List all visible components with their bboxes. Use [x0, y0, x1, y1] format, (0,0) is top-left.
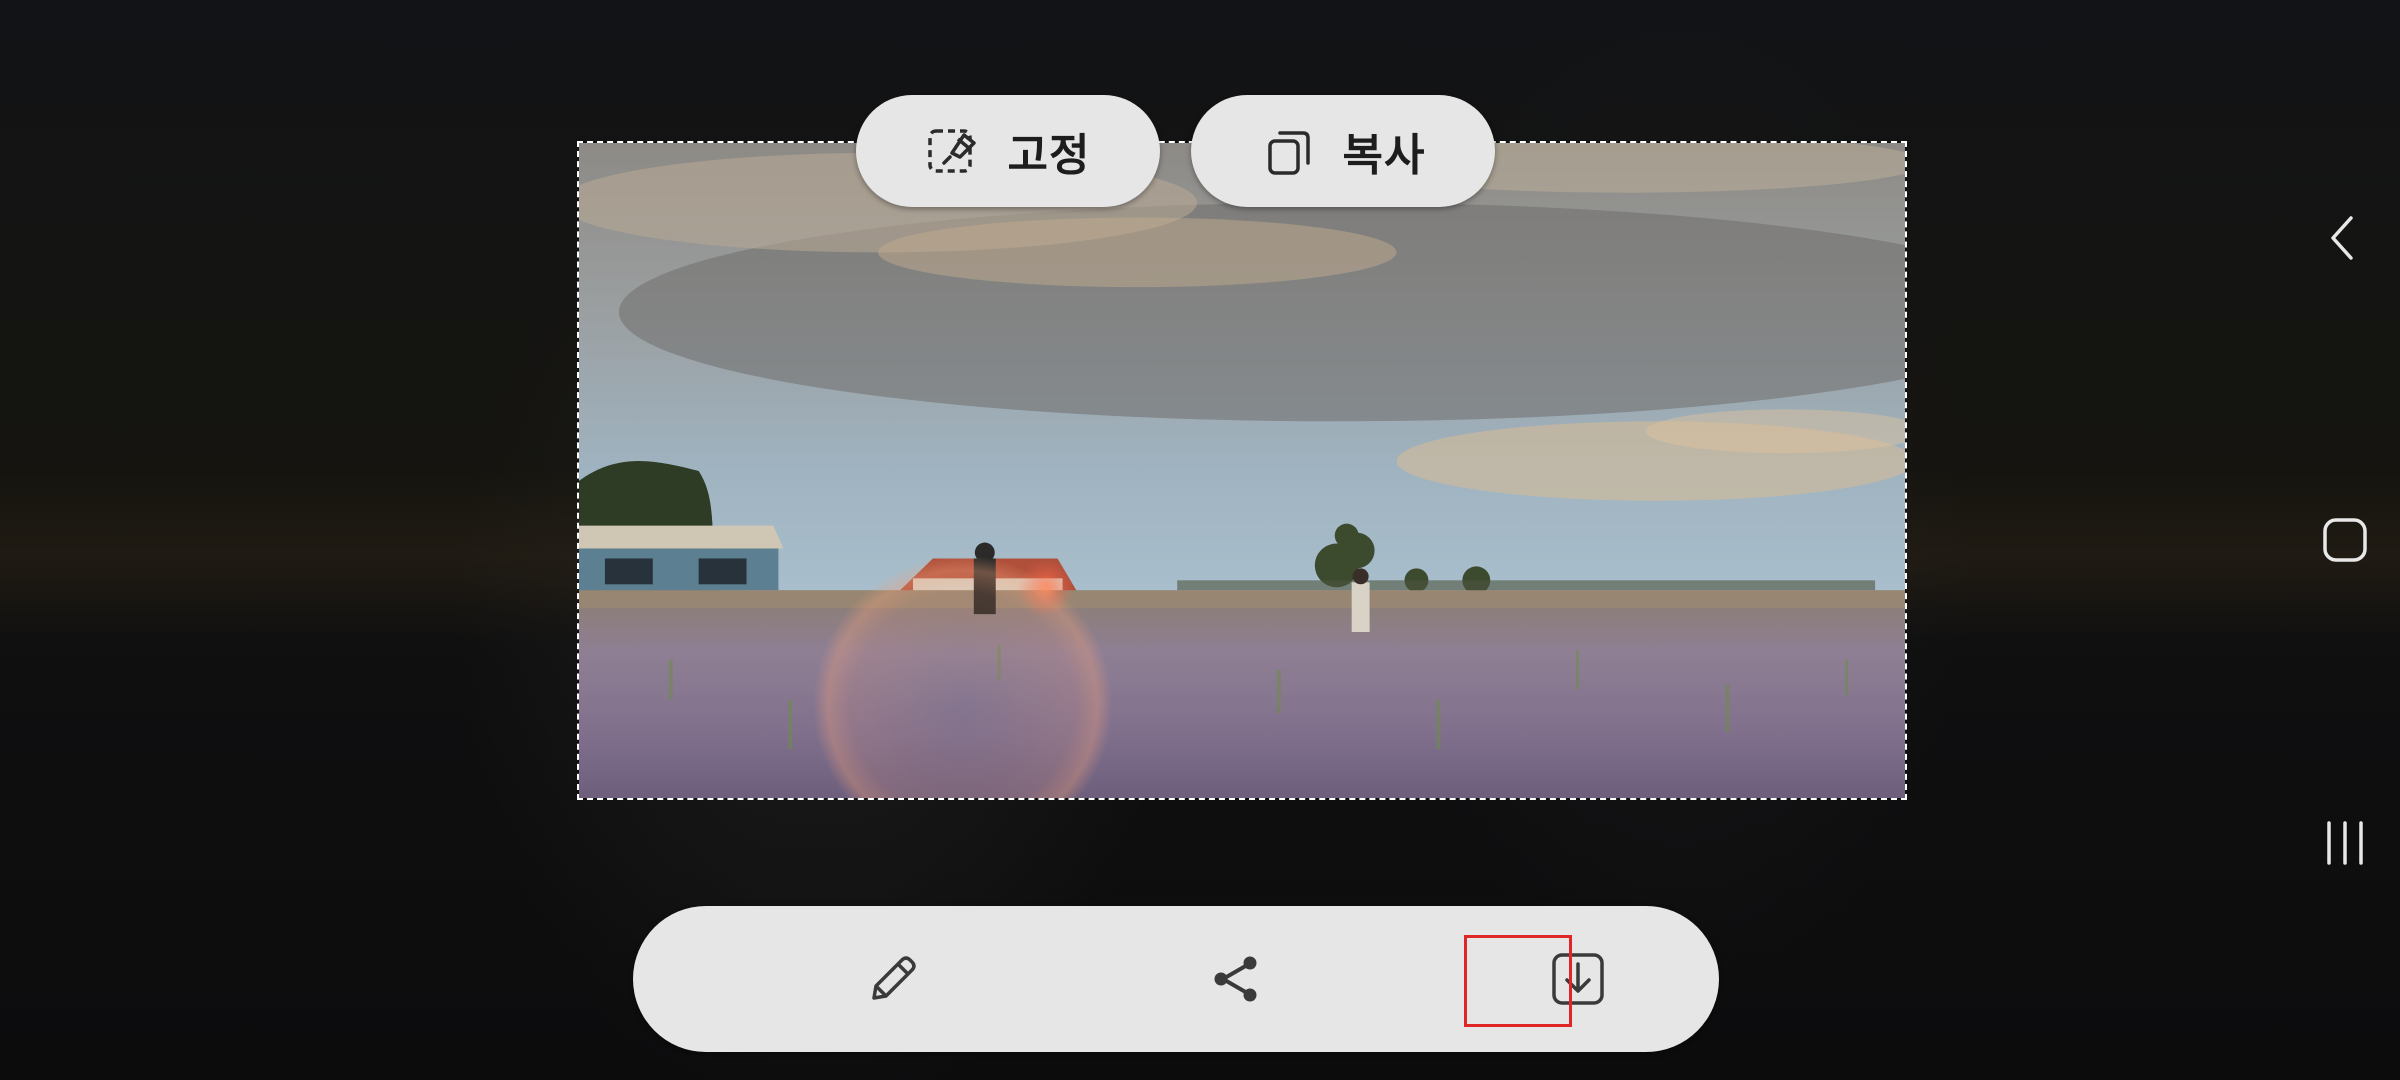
nav-home-button[interactable]: [2300, 495, 2390, 585]
nav-back-button[interactable]: [2300, 193, 2390, 283]
chevron-left-icon: [2331, 216, 2353, 260]
captured-photo: [579, 143, 1905, 798]
share-button[interactable]: [1176, 906, 1296, 1052]
share-icon: [1214, 956, 1257, 1002]
capture-region[interactable]: [577, 141, 1907, 800]
save-button[interactable]: [1518, 906, 1638, 1052]
pin-button[interactable]: 고정: [856, 95, 1160, 207]
screenshot-toolbar: [633, 906, 1719, 1052]
copy-icon: [1261, 123, 1317, 179]
copy-button[interactable]: 복사: [1191, 95, 1495, 207]
pin-button-label: 고정: [1007, 130, 1091, 181]
pencil-icon: [872, 956, 916, 1000]
download-icon: [1552, 953, 1604, 1005]
home-square-icon: [2323, 518, 2367, 562]
edit-button[interactable]: [833, 906, 953, 1052]
copy-button-label: 복사: [1342, 130, 1426, 181]
pin-to-screen-icon: [926, 123, 982, 179]
nav-recents-button[interactable]: [2300, 798, 2390, 888]
recents-bars-icon: [2327, 821, 2363, 865]
